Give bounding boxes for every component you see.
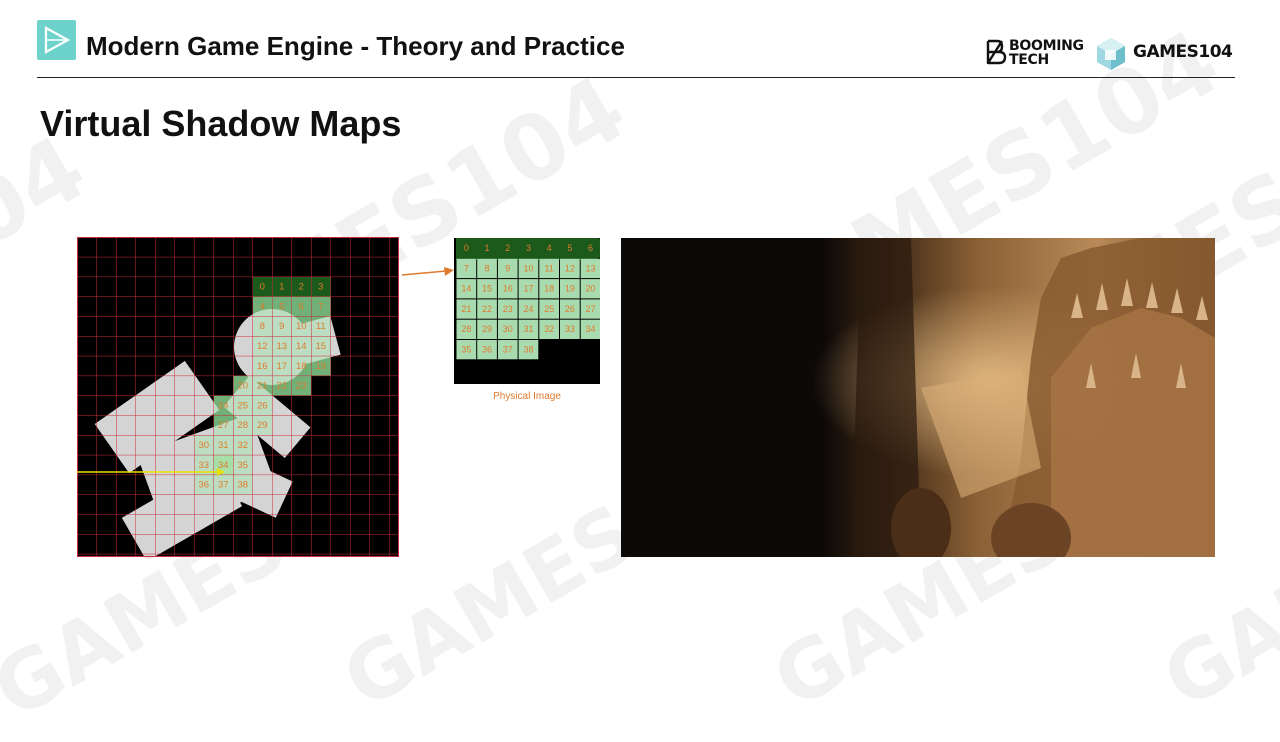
virtual-tile-label: 19 bbox=[315, 361, 326, 372]
physical-tile-label: 28 bbox=[461, 324, 471, 334]
header-divider bbox=[37, 77, 1235, 78]
physical-tile-label: 37 bbox=[503, 345, 513, 355]
physical-tile-label: 1 bbox=[485, 243, 490, 253]
virtual-tile-label: 8 bbox=[260, 321, 265, 332]
brand-games-text: GAMES104 bbox=[1133, 42, 1233, 62]
virtual-tile-label: 9 bbox=[279, 321, 284, 332]
physical-tile-label: 5 bbox=[567, 243, 572, 253]
virtual-tile-label: 14 bbox=[296, 341, 307, 352]
physical-tile-label: 19 bbox=[565, 284, 575, 294]
virtual-tile-label: 38 bbox=[237, 480, 248, 491]
virtual-tile-label: 27 bbox=[218, 420, 229, 431]
virtual-tile-label: 35 bbox=[237, 460, 248, 471]
physical-tile-label: 11 bbox=[544, 263, 553, 273]
virtual-tile-label: 32 bbox=[237, 440, 248, 451]
virtual-tile-label: 7 bbox=[318, 301, 323, 312]
physical-image: 0 1 2 3 4 5 67 8 9 10 11 12 1314 15 16 17 18 19 2021 22 23 24… bbox=[454, 238, 600, 384]
virtual-tile-label: 23 bbox=[296, 381, 307, 392]
physical-tile-label: 14 bbox=[461, 284, 471, 294]
physical-tile-label: 6 bbox=[588, 243, 593, 253]
brand-booming-line2: TECH bbox=[1009, 52, 1049, 68]
virtual-tile-label: 36 bbox=[198, 480, 209, 491]
virtual-tile-label: 11 bbox=[316, 321, 326, 332]
physical-tile-label: 24 bbox=[523, 304, 533, 314]
booming-tech-logo: BOOMING TECH bbox=[985, 38, 1095, 70]
virtual-tile-label: 34 bbox=[218, 460, 229, 471]
physical-tile-label: 21 bbox=[461, 304, 471, 314]
virtual-tile-label: 15 bbox=[315, 341, 326, 352]
course-title: Modern Game Engine - Theory and Practice bbox=[86, 31, 625, 61]
physical-tile-label: 15 bbox=[482, 284, 492, 294]
physical-tile-label: 3 bbox=[526, 243, 531, 253]
physical-tile-label: 27 bbox=[586, 304, 596, 314]
physical-image-caption: Physical Image bbox=[493, 391, 561, 402]
virtual-tile-label: 6 bbox=[299, 301, 304, 312]
physical-tile-label: 4 bbox=[547, 243, 552, 253]
virtual-tile-label: 1 bbox=[279, 282, 284, 293]
virtual-tile-label: 25 bbox=[237, 400, 248, 411]
page-title: Virtual Shadow Maps bbox=[40, 103, 402, 144]
virtual-tile-label: 20 bbox=[237, 381, 248, 392]
physical-tile-label: 25 bbox=[544, 304, 554, 314]
game-scene-render bbox=[621, 238, 1215, 557]
physical-tile-label: 13 bbox=[586, 263, 596, 273]
virtual-tile-label: 18 bbox=[296, 361, 307, 372]
physical-tile-label: 7 bbox=[464, 263, 469, 273]
virtual-tile-label: 28 bbox=[237, 420, 248, 431]
physical-tile-label: 17 bbox=[523, 284, 533, 294]
physical-tile-label: 2 bbox=[505, 243, 510, 253]
physical-tile-label: 23 bbox=[503, 304, 513, 314]
play-triangle-icon bbox=[44, 26, 71, 54]
virtual-tile-label: 0 bbox=[260, 282, 265, 293]
physical-tile-label: 18 bbox=[544, 284, 554, 294]
virtual-tile-label: 17 bbox=[276, 361, 287, 372]
physical-tile-label: 22 bbox=[482, 304, 492, 314]
physical-tile-label: 30 bbox=[503, 324, 513, 334]
virtual-tile-label: 30 bbox=[198, 440, 209, 451]
physical-tile-label: 16 bbox=[503, 284, 513, 294]
games104-logo: GAMES104 bbox=[1094, 36, 1239, 72]
physical-tile-label: 36 bbox=[482, 345, 492, 355]
physical-tile-label: 0 bbox=[464, 243, 469, 253]
physical-tile-label: 31 bbox=[523, 324, 533, 334]
virtual-tile-label: 26 bbox=[257, 400, 268, 411]
virtual-tile-label: 2 bbox=[299, 282, 304, 293]
physical-tile-label: 9 bbox=[505, 263, 510, 273]
virtual-tile-label: 5 bbox=[279, 301, 284, 312]
virtual-tile-label: 29 bbox=[257, 420, 268, 431]
physical-tile-label: 32 bbox=[544, 324, 554, 334]
physical-tile-label: 34 bbox=[586, 324, 596, 334]
virtual-tile-label: 12 bbox=[257, 341, 268, 352]
physical-tile-label: 35 bbox=[461, 345, 471, 355]
virtual-tile-label: 4 bbox=[260, 301, 265, 312]
virtual-shadow-map-figure: 0 1 2 34 5 6 78 9 10 1112 13 14 1516 17 18 1920 21 22 2324… bbox=[77, 237, 399, 559]
virtual-tile-label: 37 bbox=[218, 480, 229, 491]
virtual-tile-label: 13 bbox=[276, 341, 287, 352]
physical-tile-label: 20 bbox=[586, 284, 596, 294]
virtual-tile-label: 21 bbox=[257, 381, 268, 392]
physical-tile-label: 26 bbox=[565, 304, 575, 314]
physical-tile-label: 33 bbox=[565, 324, 575, 334]
virtual-tile-label: 3 bbox=[318, 282, 323, 293]
physical-tile-label: 10 bbox=[523, 263, 533, 273]
physical-tile-label: 29 bbox=[482, 324, 492, 334]
game-scene-render-image bbox=[621, 238, 1215, 557]
virtual-tile-label: 10 bbox=[296, 321, 307, 332]
games-cube-icon bbox=[1097, 38, 1125, 70]
physical-tile-label: 38 bbox=[523, 345, 533, 355]
course-logo bbox=[37, 20, 76, 60]
virtual-tile-label: 22 bbox=[276, 381, 287, 392]
virtual-tile-label: 33 bbox=[198, 460, 209, 471]
mapping-arrow bbox=[401, 267, 454, 276]
virtual-tile-label: 24 bbox=[218, 400, 229, 411]
physical-tile-label: 12 bbox=[565, 263, 575, 273]
virtual-tile-label: 16 bbox=[257, 361, 268, 372]
booming-b-icon bbox=[986, 39, 1007, 65]
physical-tile-label: 8 bbox=[485, 263, 490, 273]
virtual-tile-label: 31 bbox=[218, 440, 229, 451]
